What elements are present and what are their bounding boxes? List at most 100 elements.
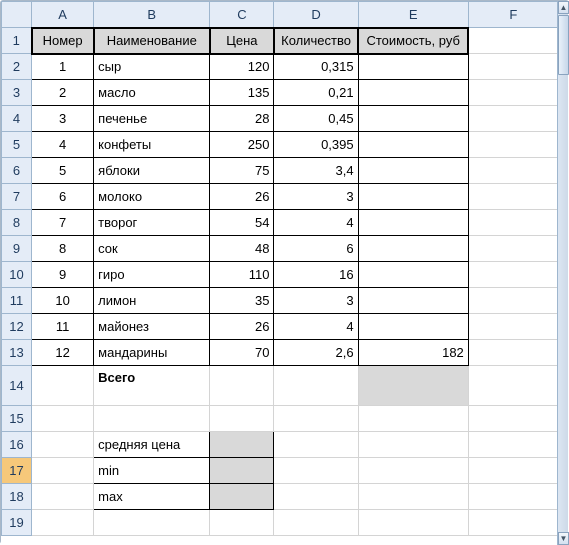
- stat-max-value[interactable]: [210, 484, 274, 510]
- cell-price[interactable]: 120: [210, 54, 274, 80]
- row-header[interactable]: 8: [2, 210, 32, 236]
- row-header[interactable]: 7: [2, 184, 32, 210]
- cell-qty[interactable]: 6: [274, 236, 358, 262]
- cell[interactable]: [358, 458, 468, 484]
- cell-cost[interactable]: [358, 236, 468, 262]
- cell[interactable]: [468, 236, 558, 262]
- cell[interactable]: [274, 510, 358, 536]
- cell-number[interactable]: 11: [32, 314, 94, 340]
- cell-number[interactable]: 5: [32, 158, 94, 184]
- row-header[interactable]: 11: [2, 288, 32, 314]
- cell-cost[interactable]: [358, 314, 468, 340]
- cell-name[interactable]: сыр: [94, 54, 210, 80]
- select-all-corner[interactable]: [2, 2, 32, 28]
- row-header[interactable]: 19: [2, 510, 32, 536]
- cell-number[interactable]: 4: [32, 132, 94, 158]
- cell[interactable]: [468, 106, 558, 132]
- cell[interactable]: [468, 28, 558, 54]
- cell[interactable]: [32, 432, 94, 458]
- cell-qty[interactable]: 3,4: [274, 158, 358, 184]
- row-header[interactable]: 14: [2, 366, 32, 406]
- total-cost-cell[interactable]: [358, 366, 468, 406]
- cell-name[interactable]: масло: [94, 80, 210, 106]
- cell-qty[interactable]: 0,395: [274, 132, 358, 158]
- cell-name[interactable]: сок: [94, 236, 210, 262]
- row-header[interactable]: 2: [2, 54, 32, 80]
- cell-name[interactable]: майонез: [94, 314, 210, 340]
- row-header[interactable]: 12: [2, 314, 32, 340]
- spreadsheet-grid[interactable]: A B C D E F 1 Номер Наименование Цена Ко…: [1, 1, 569, 545]
- scroll-up-icon[interactable]: ▲: [558, 1, 569, 14]
- cell-qty[interactable]: 2,6: [274, 340, 358, 366]
- cell-cost[interactable]: [358, 158, 468, 184]
- cell-cost[interactable]: [358, 132, 468, 158]
- cell[interactable]: [32, 484, 94, 510]
- cell[interactable]: [358, 432, 468, 458]
- cell-name[interactable]: творог: [94, 210, 210, 236]
- cell-price[interactable]: 54: [210, 210, 274, 236]
- cell-name[interactable]: молоко: [94, 184, 210, 210]
- cell-number[interactable]: 1: [32, 54, 94, 80]
- cell-number[interactable]: 10: [32, 288, 94, 314]
- cell-name[interactable]: гиро: [94, 262, 210, 288]
- cell-cost[interactable]: [358, 184, 468, 210]
- cell-price[interactable]: 75: [210, 158, 274, 184]
- col-header-D[interactable]: D: [274, 2, 358, 28]
- cell-qty[interactable]: 0,21: [274, 80, 358, 106]
- row-header[interactable]: 16: [2, 432, 32, 458]
- cell-qty[interactable]: 0,315: [274, 54, 358, 80]
- col-header-C[interactable]: C: [210, 2, 274, 28]
- cell-cost[interactable]: [358, 262, 468, 288]
- cell[interactable]: [358, 510, 468, 536]
- worksheet[interactable]: A B C D E F 1 Номер Наименование Цена Ко…: [1, 1, 559, 536]
- cell[interactable]: [274, 366, 358, 406]
- row-header[interactable]: 17: [2, 458, 32, 484]
- cell[interactable]: [274, 406, 358, 432]
- total-label[interactable]: Всего: [94, 366, 210, 406]
- cell-name[interactable]: конфеты: [94, 132, 210, 158]
- stat-min-label[interactable]: min: [94, 458, 210, 484]
- cell[interactable]: [94, 406, 210, 432]
- cell-qty[interactable]: 0,45: [274, 106, 358, 132]
- col-header-E[interactable]: E: [358, 2, 468, 28]
- row-header[interactable]: 4: [2, 106, 32, 132]
- cell-number[interactable]: 7: [32, 210, 94, 236]
- cell[interactable]: [274, 458, 358, 484]
- cell-cost[interactable]: [358, 54, 468, 80]
- cell[interactable]: [32, 406, 94, 432]
- cell[interactable]: [468, 406, 558, 432]
- row-header[interactable]: 15: [2, 406, 32, 432]
- cell-name[interactable]: яблоки: [94, 158, 210, 184]
- cell-name[interactable]: лимон: [94, 288, 210, 314]
- cell[interactable]: [468, 132, 558, 158]
- cell[interactable]: [468, 340, 558, 366]
- cell[interactable]: [468, 288, 558, 314]
- scroll-down-icon[interactable]: ▼: [558, 532, 569, 545]
- cell-price[interactable]: 48: [210, 236, 274, 262]
- cell[interactable]: [358, 406, 468, 432]
- cell[interactable]: [358, 484, 468, 510]
- cell-qty[interactable]: 4: [274, 314, 358, 340]
- cell-price[interactable]: 250: [210, 132, 274, 158]
- cell[interactable]: [468, 262, 558, 288]
- cell-cost[interactable]: 182: [358, 340, 468, 366]
- cell-price[interactable]: 26: [210, 314, 274, 340]
- cell[interactable]: [468, 210, 558, 236]
- row-header[interactable]: 9: [2, 236, 32, 262]
- cell-number[interactable]: 9: [32, 262, 94, 288]
- cell[interactable]: [210, 366, 274, 406]
- cell-number[interactable]: 8: [32, 236, 94, 262]
- cell-number[interactable]: 2: [32, 80, 94, 106]
- cell[interactable]: [468, 184, 558, 210]
- cell-number[interactable]: 6: [32, 184, 94, 210]
- cell-qty[interactable]: 3: [274, 288, 358, 314]
- cell-qty[interactable]: 16: [274, 262, 358, 288]
- cell[interactable]: [94, 510, 210, 536]
- row-header[interactable]: 10: [2, 262, 32, 288]
- header-qty[interactable]: Количество: [274, 28, 358, 54]
- cell-number[interactable]: 12: [32, 340, 94, 366]
- cell-price[interactable]: 28: [210, 106, 274, 132]
- cell-price[interactable]: 26: [210, 184, 274, 210]
- cell-price[interactable]: 35: [210, 288, 274, 314]
- cell[interactable]: [468, 432, 558, 458]
